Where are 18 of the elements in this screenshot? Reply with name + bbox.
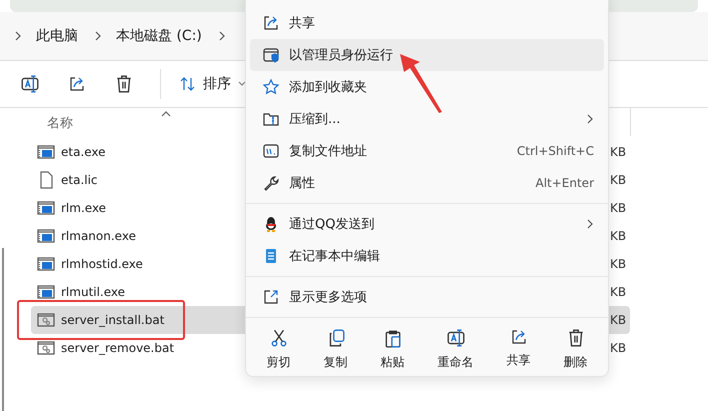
file-name: rlmutil.exe: [61, 285, 126, 299]
file-name: eta.exe: [61, 145, 106, 159]
file-name: rlmhostid.exe: [61, 257, 143, 271]
file-size: KB: [610, 341, 628, 355]
shortcut-text: Alt+Enter: [535, 176, 594, 190]
file-size: KB: [610, 229, 628, 243]
file-size: KB: [610, 145, 628, 159]
file-size: KB: [610, 201, 628, 215]
shortcut-text: Ctrl+Shift+C: [516, 144, 594, 158]
file-size: KB: [610, 313, 628, 327]
file-name: rlmanon.exe: [61, 229, 136, 243]
file-name: rlm.exe: [61, 201, 106, 215]
file-size: KB: [610, 173, 628, 187]
file-size: KB: [610, 257, 628, 271]
file-name: server_remove.bat: [61, 341, 174, 355]
file-size: KB: [610, 285, 628, 299]
file-name: server_install.bat: [61, 313, 164, 327]
file-name: eta.lic: [61, 173, 98, 187]
